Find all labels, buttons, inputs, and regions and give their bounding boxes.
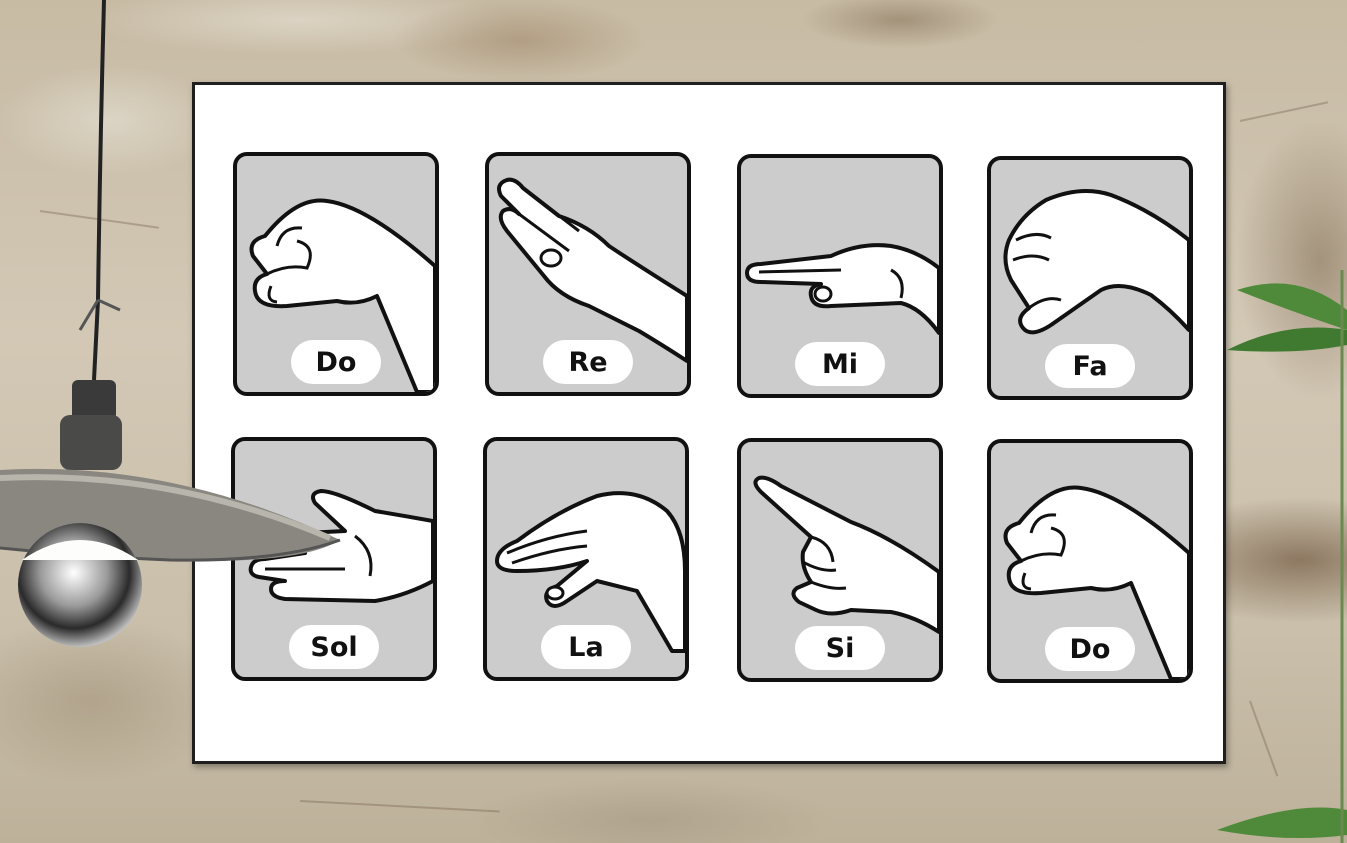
hand-sign-card-fa: Fa [987, 156, 1193, 400]
hand-sign-card-do: Do [233, 152, 439, 396]
note-label: Mi [795, 342, 885, 386]
hand-sign-card-mi: Mi [737, 154, 943, 398]
plant-leaves [1217, 270, 1347, 843]
note-label: La [541, 625, 631, 669]
hand-sign-card-si: Si [737, 438, 943, 682]
hand-sign-card-re: Re [485, 152, 691, 396]
solfege-hand-signs-poster: Do Re Mi Fa Sol La Si Do [192, 82, 1226, 764]
note-label: Si [795, 626, 885, 670]
note-label: Sol [289, 625, 379, 669]
hand-sign-card-sol: Sol [231, 437, 437, 681]
hand-sign-card-do-high: Do [987, 439, 1193, 683]
note-label: Do [1045, 627, 1135, 671]
note-label: Re [543, 340, 633, 384]
note-label: Fa [1045, 344, 1135, 388]
hand-sign-card-la: La [483, 437, 689, 681]
note-label: Do [291, 340, 381, 384]
